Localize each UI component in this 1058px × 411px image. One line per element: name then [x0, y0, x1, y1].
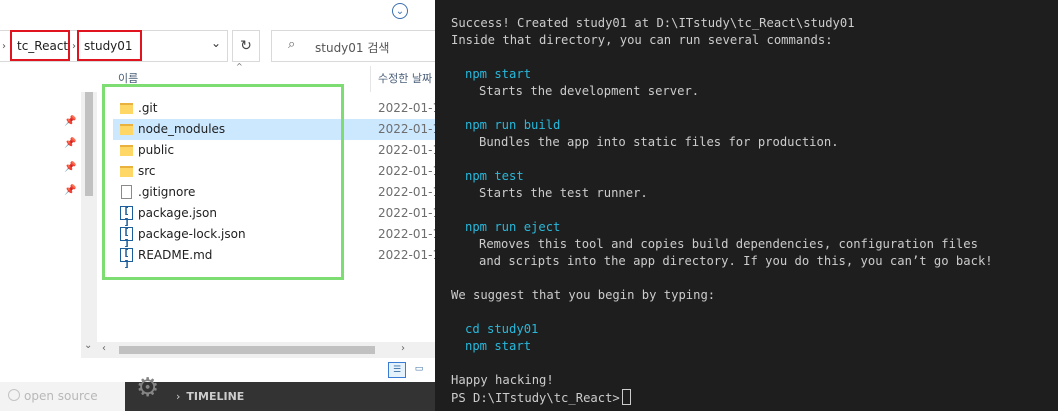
timeline-panel-header[interactable]: › TIMELINE [176, 390, 244, 403]
editor-bottom-strip: open source ⚙ › TIMELINE [0, 373, 435, 411]
terminal-command-line: npm start [465, 67, 532, 81]
sort-caret-icon: ^ [236, 62, 243, 71]
file-name: .git [138, 101, 158, 115]
file-row[interactable]: [ ] README.md 2022-01-1 [113, 245, 440, 270]
pin-icon[interactable]: 📌 [64, 138, 76, 149]
file-date: 2022-01-1 [378, 206, 441, 220]
file-date: 2022-01-1 [378, 227, 441, 241]
terminal-command-line: npm test [465, 169, 524, 183]
file-name: README.md [138, 248, 213, 262]
file-row[interactable]: src 2022-01-1 [113, 161, 440, 182]
file-row[interactable]: [ ] package-lock.json 2022-01-1 [113, 224, 440, 249]
open-source-label: open source [24, 389, 98, 403]
vscode-file-icon: [ ] [120, 227, 133, 249]
file-explorer-window: ⌄ › tc_React › study01 ⌄ ↻ ⌕ study01 검색 … [0, 0, 440, 382]
terminal-prompt-line[interactable]: PS D:\ITstudy\tc_React> [451, 389, 631, 406]
scroll-left-icon[interactable]: ‹ [102, 343, 106, 354]
file-date: 2022-01-1 [378, 101, 441, 115]
file-icon [121, 185, 132, 199]
red-highlight-box [77, 30, 142, 61]
file-name: package-lock.json [138, 227, 246, 241]
pin-icon[interactable]: 📌 [64, 162, 76, 173]
terminal-prompt: PS D:\ITstudy\tc_React> [451, 391, 620, 405]
terminal-command-line: cd study01 [465, 322, 539, 336]
terminal-command-line: npm start [465, 339, 532, 353]
scroll-right-icon[interactable]: › [401, 343, 405, 354]
column-header-name[interactable]: 이름 [118, 66, 138, 92]
open-source-area: open source [0, 382, 125, 411]
file-date: 2022-01-1 [378, 185, 441, 199]
breadcrumb-separator-icon: › [72, 41, 76, 52]
terminal-panel[interactable]: Success! Created study01 at D:\ITstudy\t… [435, 0, 1058, 411]
horizontal-scrollbar[interactable]: ‹ › [97, 342, 435, 358]
file-date: 2022-01-1 [378, 248, 441, 262]
file-name: package.json [138, 206, 218, 220]
file-name: src [138, 164, 156, 178]
terminal-cursor [621, 389, 631, 405]
breadcrumb-separator-icon: › [2, 41, 6, 52]
pin-icon[interactable]: 📌 [64, 116, 76, 127]
folder-icon [120, 166, 133, 177]
terminal-line: Starts the test runner. [479, 186, 648, 200]
chevron-right-icon: › [176, 390, 181, 403]
red-highlight-box [10, 30, 70, 61]
search-box[interactable]: ⌕ study01 검색 [271, 30, 435, 62]
status-bar: ☰ ▭ [0, 358, 435, 382]
scroll-down-icon[interactable]: ⌄ [84, 340, 92, 351]
file-date: 2022-01-1 [378, 143, 441, 157]
terminal-line: Inside that directory, you can run sever… [451, 33, 833, 47]
timeline-label: TIMELINE [186, 390, 245, 403]
file-date: 2022-01-1 [378, 122, 441, 136]
terminal-line: Starts the development server. [479, 84, 700, 98]
file-row[interactable]: node_modules 2022-01-1 [113, 119, 440, 140]
terminal-command-line: npm run eject [465, 220, 561, 234]
file-name: node_modules [138, 122, 226, 136]
file-row[interactable]: .git 2022-01-1 [113, 98, 440, 119]
search-placeholder: study01 검색 [315, 41, 390, 55]
column-header-date[interactable]: 수정한 날짜 [378, 66, 435, 92]
file-date: 2022-01-1 [378, 164, 441, 178]
large-icons-view-icon[interactable]: ▭ [410, 362, 428, 378]
file-row[interactable]: public 2022-01-1 [113, 140, 440, 161]
vscode-file-icon: [ ] [120, 206, 133, 228]
terminal-line: Bundles the app into static files for pr… [479, 135, 839, 149]
gear-icon[interactable]: ⚙ [136, 373, 159, 403]
address-dropdown-icon[interactable]: ⌄ [211, 36, 221, 50]
open-source-icon [8, 389, 20, 401]
file-row[interactable]: .gitignore 2022-01-1 [113, 182, 440, 203]
file-name: .gitignore [138, 185, 196, 199]
file-name: public [138, 143, 175, 157]
nav-scrollbar[interactable]: ⌄ [81, 92, 97, 358]
vscode-file-icon: [ ] [120, 248, 133, 270]
search-icon: ⌕ [288, 37, 296, 52]
folder-icon [120, 145, 133, 156]
expand-ribbon-icon[interactable]: ⌄ [392, 3, 408, 19]
terminal-line: Removes this tool and copies build depen… [479, 237, 978, 251]
terminal-command-line: npm run build [465, 118, 561, 132]
column-divider[interactable] [370, 66, 371, 92]
terminal-line: Happy hacking! [451, 373, 554, 387]
nav-scrollbar-thumb[interactable] [85, 92, 93, 196]
details-view-icon[interactable]: ☰ [388, 362, 406, 378]
refresh-button[interactable]: ↻ [232, 30, 260, 62]
terminal-line: Success! Created study01 at D:\ITstudy\t… [451, 16, 855, 30]
horizontal-scrollbar-thumb[interactable] [119, 346, 375, 354]
pin-icon[interactable]: 📌 [64, 185, 76, 196]
terminal-line: and scripts into the app directory. If y… [479, 254, 993, 268]
folder-icon [120, 103, 133, 114]
terminal-line: We suggest that you begin by typing: [451, 288, 716, 302]
file-row[interactable]: [ ] package.json 2022-01-1 [113, 203, 440, 228]
folder-icon [120, 124, 133, 135]
